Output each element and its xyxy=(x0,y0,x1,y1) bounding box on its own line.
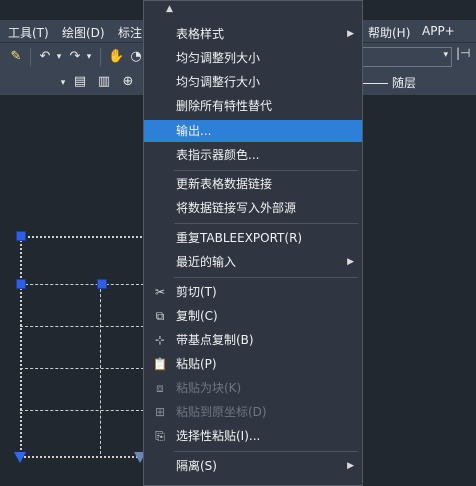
chevron-down-icon: ▾ xyxy=(443,50,448,60)
menu-item-paste-to-original-coordinates[interactable]: ⊞ 粘贴到原坐标(D) xyxy=(144,401,362,423)
menu-item-label: 删除所有特性替代 xyxy=(176,99,273,113)
submenu-arrow-icon: ▶ xyxy=(347,257,354,267)
menu-separator xyxy=(174,277,358,278)
submenu-arrow-icon: ▶ xyxy=(347,461,354,471)
copy-icon: ⧉ xyxy=(155,309,165,323)
menu-item-label: 均匀调整列大小 xyxy=(176,51,261,65)
menu-item-size-columns-equally[interactable]: 均匀调整列大小 xyxy=(144,47,362,69)
toolbar-handle-icon[interactable]: |⊣ xyxy=(456,46,476,66)
menu-separator xyxy=(174,223,358,224)
selected-table-frame[interactable] xyxy=(20,236,146,458)
menu-item-label: 粘贴到原坐标(D) xyxy=(176,405,267,419)
undo-icon[interactable]: ↶ xyxy=(38,49,52,65)
table-grip-bottom-icon[interactable] xyxy=(14,452,26,463)
menu-app-plus[interactable]: APP+ xyxy=(422,24,455,38)
menu-item-label: 更新表格数据链接 xyxy=(176,177,273,191)
redo-icon[interactable]: ↷ xyxy=(68,49,82,65)
menu-item-copy-with-base-point[interactable]: ⊹ 带基点复制(B) xyxy=(144,329,362,351)
table-grip-top-left[interactable] xyxy=(16,231,26,241)
menu-item-cut[interactable]: ✂ 剪切(T) xyxy=(144,281,362,303)
menu-tools[interactable]: 工具(T) xyxy=(8,24,49,41)
zoom-realtime-icon[interactable]: ◔ xyxy=(130,49,142,65)
menu-item-table-style[interactable]: 表格样式 ▶ xyxy=(144,23,362,45)
toolbar-separator xyxy=(30,48,31,66)
paste-icon: 📋 xyxy=(152,357,168,371)
menu-item-copy[interactable]: ⧉ 复制(C) xyxy=(144,305,362,327)
layer-lock-icon[interactable]: ⊕ xyxy=(120,74,136,90)
scissors-icon: ✂ xyxy=(154,285,166,299)
table-row-line xyxy=(20,284,144,285)
layer-properties-icon[interactable]: ▤ xyxy=(72,74,88,90)
menu-item-label: 最近的输入 xyxy=(176,255,237,269)
menu-item-export[interactable]: 输出... xyxy=(144,120,362,142)
menu-item-label: 表格样式 xyxy=(176,27,225,41)
menu-item-label: 输出... xyxy=(176,124,212,138)
menu-item-size-rows-equally[interactable]: 均匀调整行大小 xyxy=(144,71,362,93)
menu-item-label: 粘贴为块(K) xyxy=(176,381,242,395)
menu-help[interactable]: 帮助(H) xyxy=(368,24,410,41)
menu-item-label: 带基点复制(B) xyxy=(176,333,254,347)
copy-base-point-icon: ⊹ xyxy=(154,333,166,347)
menu-item-recent-input[interactable]: 最近的输入 ▶ xyxy=(144,251,362,273)
toolbar-dropdown[interactable]: ▾ xyxy=(360,47,452,67)
menu-item-repeat-tableexport[interactable]: 重复TABLEEXPORT(R) xyxy=(144,227,362,249)
layer-states-icon[interactable]: ▥ xyxy=(96,74,112,90)
menu-item-label: 剪切(T) xyxy=(176,285,217,299)
menu-item-label: 表指示器颜色... xyxy=(176,148,260,162)
menu-item-isolate[interactable]: 隔离(S) ▶ xyxy=(144,455,362,477)
table-row-line xyxy=(20,368,144,369)
pan-icon[interactable]: ✋ xyxy=(108,49,124,65)
menu-item-label: 复制(C) xyxy=(176,309,218,323)
menu-item-label: 隔离(S) xyxy=(176,459,217,473)
menu-item-paste-special[interactable]: ⎘ 选择性粘贴(I)... xyxy=(144,425,362,447)
lineweight-label[interactable]: 随层 xyxy=(392,74,416,91)
table-column-line xyxy=(100,284,101,454)
match-properties-icon[interactable]: ✎ xyxy=(8,49,24,65)
layer-dropdown-icon[interactable]: ▾ xyxy=(58,75,68,91)
menu-item-paste[interactable]: 📋 粘贴(P) xyxy=(144,353,362,375)
menu-item-label: 选择性粘贴(I)... xyxy=(176,429,261,443)
redo-dropdown-icon[interactable]: ▾ xyxy=(84,49,94,65)
menu-item-label: 将数据链接写入外部源 xyxy=(176,201,297,215)
menu-item-label: 粘贴(P) xyxy=(176,357,217,371)
toolbar-separator xyxy=(100,48,101,66)
submenu-arrow-icon: ▶ xyxy=(347,29,354,39)
menu-item-remove-overrides[interactable]: 删除所有特性替代 xyxy=(144,95,362,117)
menu-item-write-data-link[interactable]: 将数据链接写入外部源 xyxy=(144,197,362,219)
menu-separator xyxy=(174,170,358,171)
context-menu: ▲ 表格样式 ▶ 均匀调整列大小 均匀调整行大小 删除所有特性替代 输出... … xyxy=(143,0,363,486)
paste-special-icon: ⎘ xyxy=(155,429,165,443)
menu-item-label: 重复TABLEEXPORT(R) xyxy=(176,231,303,245)
menu-item-indicator-color[interactable]: 表指示器颜色... xyxy=(144,144,362,166)
menu-item-paste-as-block[interactable]: ⧈ 粘贴为块(K) xyxy=(144,377,362,399)
menu-scroll-up-icon[interactable]: ▲ xyxy=(166,4,173,14)
menu-separator xyxy=(174,451,358,452)
table-row-line xyxy=(20,410,144,411)
paste-block-icon: ⧈ xyxy=(156,381,164,395)
lineweight-sample xyxy=(360,83,388,84)
menu-dimension[interactable]: 标注 xyxy=(118,24,142,41)
table-grip-row[interactable] xyxy=(16,279,26,289)
table-row-line xyxy=(20,326,144,327)
menu-item-label: 均匀调整行大小 xyxy=(176,75,261,89)
paste-original-icon: ⊞ xyxy=(154,405,166,419)
menu-item-update-data-link[interactable]: 更新表格数据链接 xyxy=(144,173,362,195)
undo-dropdown-icon[interactable]: ▾ xyxy=(54,49,64,65)
menu-draw[interactable]: 绘图(D) xyxy=(62,24,105,41)
table-grip-column[interactable] xyxy=(97,279,107,289)
